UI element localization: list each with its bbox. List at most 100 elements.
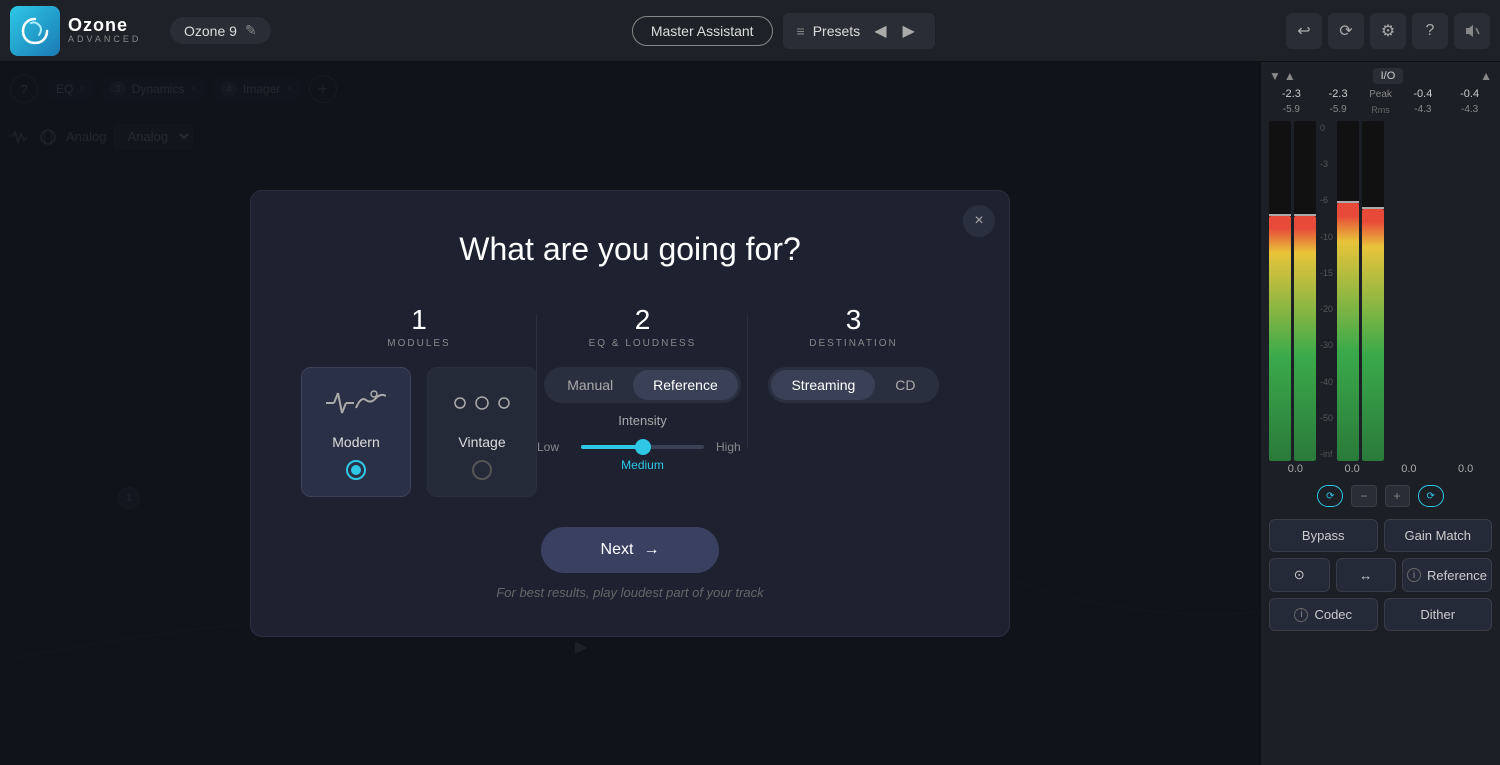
meter-minus-button[interactable]: − (1351, 485, 1376, 507)
meter-bot-2: 0.0 (1394, 463, 1424, 475)
meter-bot-3: 0.0 (1451, 463, 1481, 475)
left-rms-val: -5.9 (1269, 104, 1314, 115)
master-assistant-button[interactable]: Master Assistant (632, 16, 773, 46)
vintage-label: Vintage (458, 434, 505, 450)
step3-number: 3 (846, 304, 862, 336)
vintage-card[interactable]: Vintage (427, 367, 537, 497)
meter-up-right-button[interactable]: ▲ (1480, 69, 1492, 83)
intensity-section: Intensity Low High (537, 413, 748, 472)
edit-icon[interactable]: ✎ (245, 22, 257, 39)
next-preset-button[interactable]: ▶ (897, 19, 921, 43)
next-label: Next (601, 541, 634, 559)
codec-dither-row: i Codec Dither (1269, 598, 1492, 631)
meter-controls: ⟳ − + ⟳ (1261, 481, 1500, 513)
center-controls: Master Assistant ≡ Presets ◀ ▶ (281, 13, 1286, 49)
modern-label: Modern (332, 434, 379, 450)
modal: × What are you going for? 1 MODULES (250, 190, 1010, 637)
step3-label: DESTINATION (809, 338, 897, 349)
codec-info-icon: i (1294, 608, 1308, 622)
dither-button[interactable]: Dither (1384, 598, 1493, 631)
meter-down-button[interactable]: ▼ (1269, 69, 1281, 83)
rms-label: Rms (1363, 105, 1399, 115)
modern-card[interactable]: Modern (301, 367, 411, 497)
history-button[interactable]: ⟳ (1328, 13, 1364, 49)
settings-button[interactable]: ⚙ (1370, 13, 1406, 49)
dither-label: Dither (1420, 607, 1455, 622)
next-area: Next → For best results, play loudest pa… (301, 527, 959, 600)
arrow-button[interactable]: ↔ (1336, 558, 1397, 592)
reference-label: Reference (1427, 568, 1487, 583)
meter-up-button[interactable]: ▲ (1284, 69, 1296, 83)
logo-text: Ozone ADVANCED (68, 16, 141, 46)
mute-button[interactable] (1454, 13, 1490, 49)
low-label: Low (537, 440, 569, 454)
codec-label: Codec (1314, 607, 1352, 622)
modal-close-button[interactable]: × (963, 205, 995, 237)
arrow-icon: ↔ (1359, 568, 1372, 583)
modern-radio[interactable] (346, 460, 366, 480)
step-destination: 3 DESTINATION Streaming CD (748, 304, 959, 497)
step-eq: 2 EQ & LOUDNESS Manual Reference Intensi… (537, 304, 748, 497)
bypass-button[interactable]: Bypass (1269, 519, 1378, 552)
cd-toggle[interactable]: CD (875, 370, 935, 400)
top-bar: Ozone ADVANCED Ozone 9 ✎ Master Assistan… (0, 0, 1500, 62)
left-meter-r (1294, 121, 1316, 461)
app-name: Ozone (68, 16, 141, 36)
right-controls: ↩ ⟳ ⚙ ? (1286, 13, 1490, 49)
daw-area: ? EQ × 3 Dynamics × 4 Imager × + (0, 62, 1260, 765)
arrow-buttons-right: ▲ (1480, 69, 1492, 83)
hint-text: For best results, play loudest part of y… (496, 585, 763, 600)
mode-cards: Modern (301, 367, 537, 497)
high-label: High (716, 440, 748, 454)
preset-name: Ozone 9 (184, 23, 237, 39)
slider-track[interactable] (581, 445, 704, 449)
next-button[interactable]: Next → (541, 527, 720, 573)
presets-label: Presets (813, 23, 860, 39)
left-thumb-r (1294, 214, 1316, 216)
preset-area[interactable]: Ozone 9 ✎ (170, 17, 271, 44)
reference-toggle[interactable]: Reference (633, 370, 738, 400)
modern-icon (326, 388, 386, 424)
left-peak-val: -2.3 (1269, 88, 1314, 100)
right-bar-r (1362, 209, 1384, 461)
dual-button[interactable]: ⊙ (1269, 558, 1330, 592)
io-rms-l: -4.3 (1401, 104, 1446, 115)
right-thumb-r (1362, 207, 1384, 209)
steps-row: 1 MODULES (301, 304, 959, 497)
io-badge: I/O (1373, 68, 1404, 84)
peak-label: Peak (1363, 89, 1399, 100)
vintage-radio[interactable] (472, 460, 492, 480)
manual-toggle[interactable]: Manual (547, 370, 633, 400)
slider-thumb[interactable] (635, 439, 651, 455)
right-rms-val: -5.9 (1316, 104, 1361, 115)
streaming-toggle[interactable]: Streaming (771, 370, 875, 400)
reference-button[interactable]: i Reference (1402, 558, 1492, 592)
left-meter-l (1269, 121, 1291, 461)
codec-button[interactable]: i Codec (1269, 598, 1378, 631)
right-thumb-l (1337, 201, 1359, 203)
slider-labels: Medium (537, 458, 748, 472)
right-panel: ▼ ▲ I/O ▲ -2.3 -2.3 Peak -0.4 -0.4 -5.9 … (1260, 62, 1500, 765)
meter-plus-button[interactable]: + (1385, 485, 1410, 507)
undo-button[interactable]: ↩ (1286, 13, 1322, 49)
vintage-icon (452, 388, 512, 424)
step1-label: MODULES (387, 338, 450, 349)
meter-bars-container: 0 -3 -6 -10 -15 -20 -30 -40 -50 -inf (1261, 117, 1500, 457)
left-link-button[interactable]: ⟳ (1317, 485, 1343, 507)
modal-overlay: × What are you going for? 1 MODULES (0, 62, 1260, 765)
meter-values-header: -2.3 -2.3 Peak -0.4 -0.4 (1261, 86, 1500, 102)
destination-toggle-group: Streaming CD (768, 367, 938, 403)
next-arrow-icon: → (643, 541, 659, 559)
app-subtitle: ADVANCED (68, 35, 141, 45)
help-button[interactable]: ? (1412, 13, 1448, 49)
right-link-button[interactable]: ⟳ (1418, 485, 1444, 507)
right-meter-r (1362, 121, 1384, 461)
io-rms-r: -4.3 (1447, 104, 1492, 115)
prev-preset-button[interactable]: ◀ (868, 19, 892, 43)
modal-title: What are you going for? (301, 231, 959, 268)
gain-match-button[interactable]: Gain Match (1384, 519, 1493, 552)
meter-bot-0: 0.0 (1280, 463, 1310, 475)
slider-row: Low High (537, 440, 748, 454)
meter-rms-header: -5.9 -5.9 Rms -4.3 -4.3 (1261, 102, 1500, 117)
slider-fill (581, 445, 643, 449)
